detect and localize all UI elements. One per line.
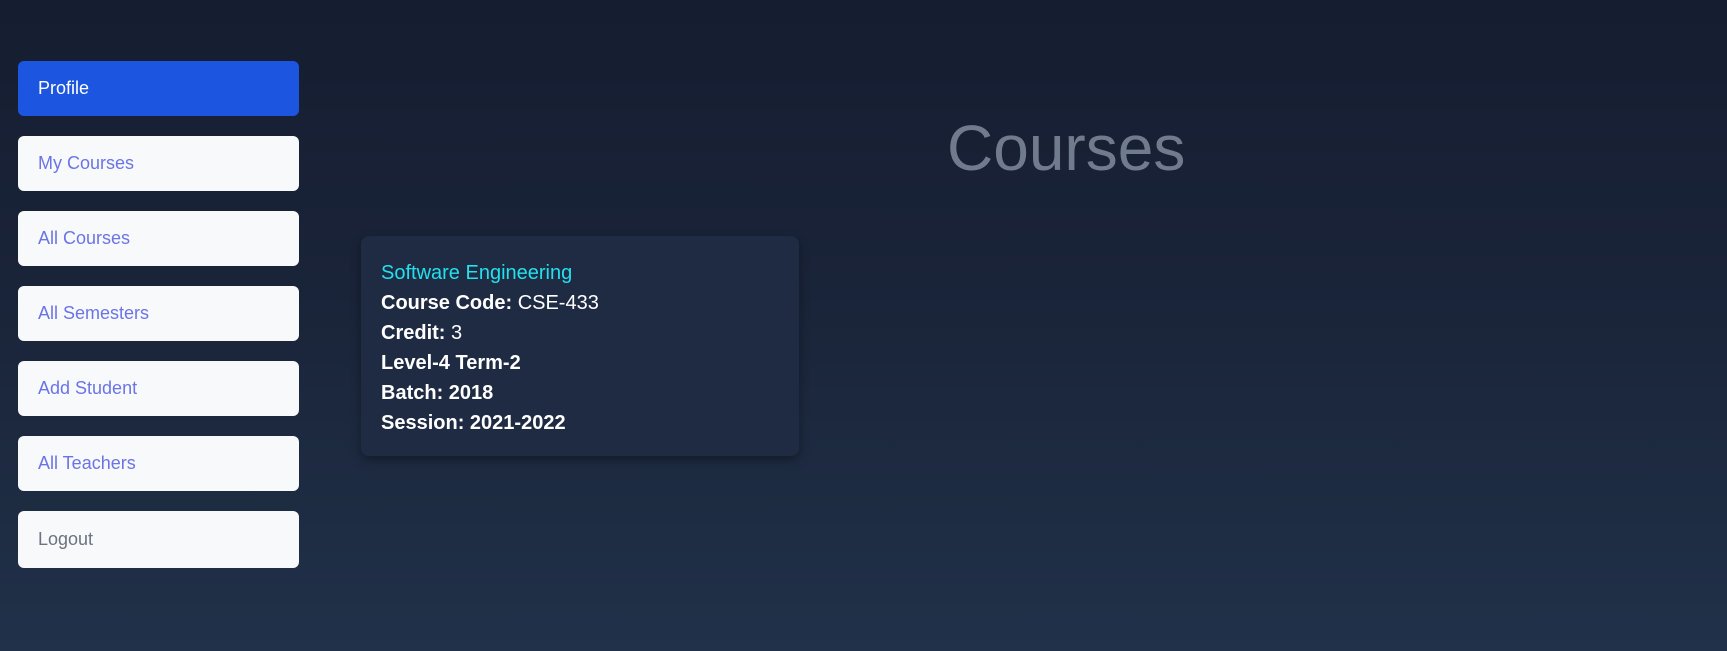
sidebar-item-add-student[interactable]: Add Student	[18, 361, 299, 416]
sidebar-item-label: All Semesters	[38, 303, 150, 323]
sidebar-item-all-courses[interactable]: All Courses	[18, 211, 299, 266]
logout-label: Logout	[38, 529, 94, 549]
course-name-link[interactable]: Software Engineering	[381, 258, 779, 288]
level-term-row: Level-4 Term-2	[381, 348, 779, 378]
sidebar-item-label: Profile	[38, 78, 90, 98]
level-term-text: Level-4 Term-2	[381, 352, 521, 374]
course-code-row: Course Code: CSE-433	[381, 288, 779, 318]
session-row: Session: 2021-2022	[381, 408, 779, 438]
sidebar-item-label: Add Student	[38, 378, 138, 398]
logout-button[interactable]: Logout	[18, 511, 299, 568]
sidebar-item-all-teachers[interactable]: All Teachers	[18, 436, 299, 491]
credit-row: Credit: 3	[381, 318, 779, 348]
session-text: Session: 2021-2022	[381, 412, 566, 434]
sidebar-item-all-semesters[interactable]: All Semesters	[18, 286, 299, 341]
credit-label: Credit:	[381, 322, 446, 344]
course-code-value: CSE-433	[517, 292, 599, 314]
batch-text: Batch: 2018	[381, 382, 494, 404]
sidebar-item-my-courses[interactable]: My Courses	[18, 136, 299, 191]
sidebar-item-label: All Courses	[38, 228, 131, 248]
sidebar-item-label: My Courses	[38, 153, 135, 173]
course-card: Software Engineering Course Code: CSE-43…	[361, 236, 799, 456]
sidebar-item-profile[interactable]: Profile	[18, 61, 299, 116]
batch-row: Batch: 2018	[381, 378, 779, 408]
page-title: Courses	[947, 112, 1186, 184]
course-code-label: Course Code:	[381, 292, 513, 314]
sidebar-item-label: All Teachers	[38, 453, 136, 473]
sidebar: Profile My Courses All Courses All Semes…	[18, 61, 299, 588]
credit-value: 3	[451, 322, 463, 344]
